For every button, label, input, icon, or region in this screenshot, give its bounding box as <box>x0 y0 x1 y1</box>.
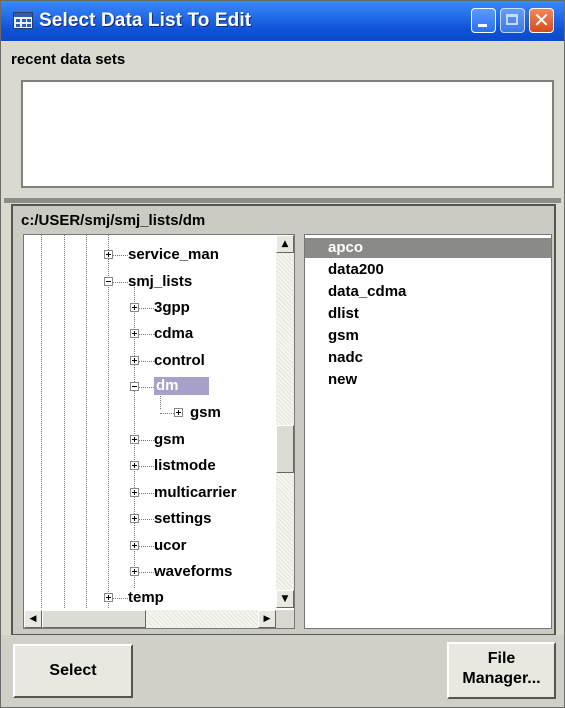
expand-icon[interactable] <box>130 541 139 550</box>
expand-icon[interactable] <box>130 488 139 497</box>
scroll-up-button[interactable]: ▲ <box>276 235 294 253</box>
tree-node-smj-lists[interactable]: smj_lists <box>128 273 192 291</box>
file-item-data200[interactable]: data200 <box>328 260 384 280</box>
scroll-left-button[interactable]: ◀ <box>24 610 42 628</box>
close-icon: ✕ <box>533 8 550 32</box>
directory-tree[interactable]: service_man smj_lists 3gpp cdma control … <box>23 234 295 629</box>
scroll-down-button[interactable]: ▼ <box>276 590 294 608</box>
tree-guide-line <box>41 235 42 608</box>
tree-node-settings[interactable]: settings <box>154 510 212 528</box>
dialog-window: Select Data List To Edit ✕ recent data s… <box>0 0 565 708</box>
expand-icon[interactable] <box>130 514 139 523</box>
file-manager-label-line1: File <box>487 650 516 667</box>
tree-node-service-man[interactable]: service_man <box>128 246 219 264</box>
file-item-data-cdma[interactable]: data_cdma <box>328 282 406 302</box>
tree-guide-line <box>86 235 87 608</box>
vertical-scroll-thumb[interactable] <box>276 425 294 473</box>
expand-icon[interactable] <box>130 329 139 338</box>
maximize-button[interactable] <box>500 8 525 33</box>
tree-node-cdma[interactable]: cdma <box>154 325 193 343</box>
collapse-icon[interactable] <box>130 382 139 391</box>
tree-node-ucor[interactable]: ucor <box>154 537 187 555</box>
close-button[interactable]: ✕ <box>529 8 554 33</box>
window-title: Select Data List To Edit <box>39 10 252 31</box>
file-manager-label-line2: Manager... <box>462 670 541 687</box>
expand-icon[interactable] <box>104 250 113 259</box>
scrollbar-corner <box>276 610 294 628</box>
scroll-right-button[interactable]: ▶ <box>258 610 276 628</box>
minimize-button[interactable] <box>471 8 496 33</box>
recent-data-sets-label: recent data sets <box>11 51 126 68</box>
window-icon <box>13 12 33 29</box>
panel-divider <box>4 198 561 203</box>
tree-horizontal-scrollbar[interactable]: ◀ ▶ <box>24 610 294 628</box>
title-bar[interactable]: Select Data List To Edit ✕ <box>1 1 564 41</box>
file-manager-button[interactable]: File Manager... <box>447 642 556 699</box>
expand-icon[interactable] <box>104 593 113 602</box>
current-path: c:/USER/smj/smj_lists/dm <box>21 212 206 229</box>
tree-node-control[interactable]: control <box>154 352 205 370</box>
expand-icon[interactable] <box>130 435 139 444</box>
file-browser: c:/USER/smj/smj_lists/dm service_man smj… <box>11 204 556 636</box>
file-item-dlist[interactable]: dlist <box>328 304 359 324</box>
expand-icon[interactable] <box>130 567 139 576</box>
tree-node-gsm[interactable]: gsm <box>154 431 185 449</box>
file-item-new[interactable]: new <box>328 370 357 390</box>
recent-data-sets-list[interactable] <box>21 80 554 188</box>
maximize-icon <box>506 14 518 25</box>
tree-node-dm-gsm[interactable]: gsm <box>190 404 221 422</box>
tree-node-multicarrier[interactable]: multicarrier <box>154 484 237 502</box>
expand-icon[interactable] <box>130 461 139 470</box>
file-item-apco[interactable]: apco <box>305 238 551 258</box>
tree-node-dm[interactable]: dm <box>154 377 209 395</box>
tree-node-temp[interactable]: temp <box>128 589 164 607</box>
select-button[interactable]: Select <box>13 644 133 698</box>
tree-node-waveforms[interactable]: waveforms <box>154 563 232 581</box>
minimize-icon <box>478 24 487 27</box>
tree-vertical-scrollbar[interactable]: ▲ ▼ <box>276 235 294 608</box>
tree-guide-line <box>108 235 109 608</box>
expand-icon[interactable] <box>130 303 139 312</box>
collapse-icon[interactable] <box>104 277 113 286</box>
file-item-gsm[interactable]: gsm <box>328 326 359 346</box>
expand-icon[interactable] <box>130 356 139 365</box>
expand-icon[interactable] <box>174 408 183 417</box>
tree-node-listmode[interactable]: listmode <box>154 457 216 475</box>
horizontal-scroll-thumb[interactable] <box>42 610 146 628</box>
tree-node-3gpp[interactable]: 3gpp <box>154 299 190 317</box>
data-list-files[interactable]: apco data200 data_cdma dlist gsm nadc ne… <box>304 234 552 629</box>
tree-guide-line <box>64 235 65 608</box>
file-item-nadc[interactable]: nadc <box>328 348 363 368</box>
